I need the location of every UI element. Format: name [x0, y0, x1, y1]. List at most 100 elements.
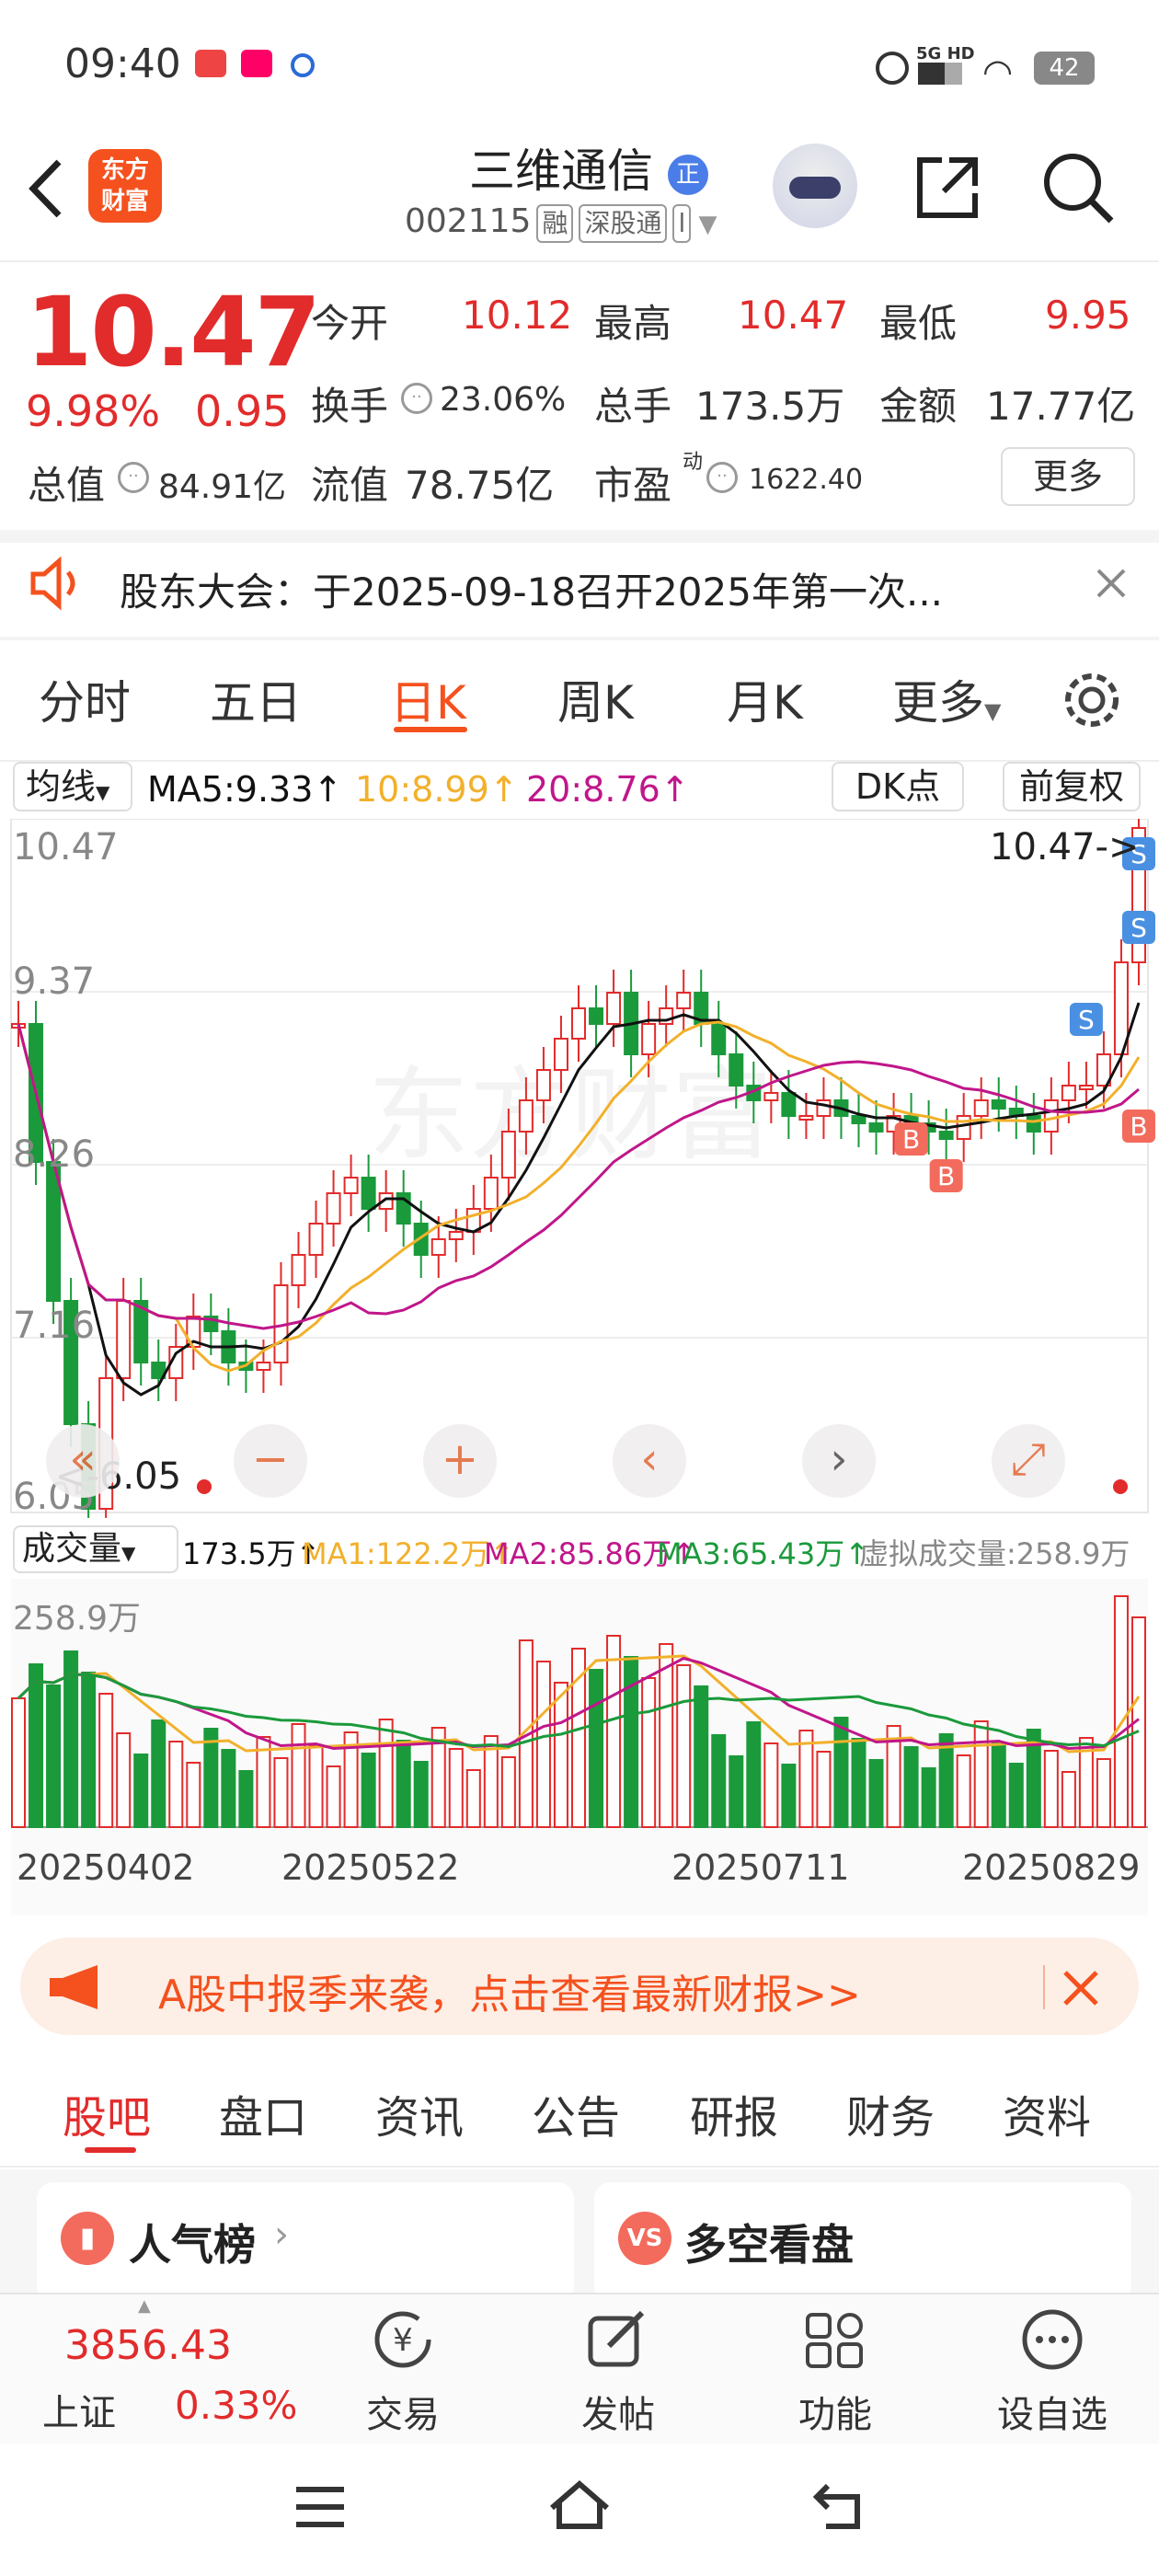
signal-letter: B — [937, 1161, 955, 1191]
popularity-label: 人气榜 — [129, 2220, 256, 2270]
stock-code-line[interactable]: 002115 融深股通 l ▼ — [405, 202, 717, 243]
index-value[interactable]: 3856.43 — [64, 2322, 232, 2369]
candle-body — [781, 1092, 797, 1117]
scroll-right-icon[interactable]: › — [802, 1424, 876, 1498]
volume-bar — [781, 1764, 797, 1828]
volume-bar — [589, 1669, 604, 1828]
tab-financials[interactable]: 财务 — [846, 2081, 935, 2145]
share-icon[interactable] — [911, 151, 984, 224]
volume-bar — [1043, 1750, 1059, 1828]
change-percent: 9.98% — [26, 386, 161, 436]
app-notification-icon-2 — [241, 50, 272, 77]
trade-label[interactable]: 交易 — [329, 2385, 476, 2438]
tab-intraday[interactable]: 分时 — [39, 666, 131, 732]
trade-icon[interactable]: ¥ — [366, 2307, 440, 2372]
volume-bar — [500, 1756, 516, 1828]
back-nav-icon[interactable] — [809, 2478, 868, 2534]
volume-bar — [81, 1672, 97, 1828]
speaker-icon — [30, 556, 75, 611]
menu-icon[interactable] — [291, 2482, 350, 2532]
close-icon[interactable] — [1060, 1967, 1102, 2009]
zoom-in-icon[interactable]: + — [423, 1424, 497, 1498]
volume-bar — [694, 1685, 709, 1828]
add-watchlist-icon[interactable] — [1016, 2307, 1089, 2372]
notice-text: 股东大会：于2025-09-18召开2025年第一次... — [120, 569, 944, 615]
info-icon[interactable]: ·· — [118, 462, 149, 493]
tab-daily-k[interactable]: 日K — [390, 666, 466, 732]
app-logo[interactable]: 东方 财富 — [88, 149, 162, 223]
tab-research[interactable]: 研报 — [690, 2081, 778, 2145]
volume-max-label: 258.9万 — [13, 1600, 142, 1638]
adjust-button[interactable]: 前复权 — [1003, 762, 1141, 811]
gear-icon[interactable] — [1060, 668, 1124, 732]
date-label-3: 20250711 — [671, 1847, 850, 1888]
tab-forum[interactable]: 股吧 — [63, 2081, 151, 2145]
ai-assistant-icon[interactable] — [773, 144, 857, 228]
functions-icon[interactable] — [798, 2307, 872, 2372]
volume-bar — [816, 1751, 832, 1828]
volume-bar — [868, 1759, 884, 1828]
candle-body — [361, 1177, 376, 1210]
post-icon[interactable] — [581, 2307, 655, 2372]
post-label[interactable]: 发帖 — [545, 2385, 692, 2438]
signal-letter: S — [1130, 913, 1147, 943]
virtual-volume-label: 虚拟成交量:258.9万 — [859, 1536, 1130, 1571]
volume-bar — [676, 1664, 692, 1828]
volume-bar — [659, 1643, 674, 1828]
back-icon[interactable] — [24, 156, 70, 221]
candle-body — [535, 1069, 551, 1101]
volume-bar — [151, 1719, 166, 1828]
svg-text:¥: ¥ — [393, 2322, 413, 2359]
volume-bar — [1061, 1771, 1076, 1828]
tab-orderbook[interactable]: 盘口 — [219, 2081, 307, 2145]
search-icon[interactable] — [1039, 149, 1117, 226]
volume-bar — [903, 1746, 919, 1828]
popularity-card[interactable] — [37, 2182, 574, 2302]
volume-bar — [11, 1697, 26, 1828]
volume-indicator-label: 成交量 — [22, 1530, 122, 1568]
candle-body — [553, 1038, 568, 1071]
candle-body — [256, 1362, 271, 1371]
pe-value: 1622.40 — [749, 464, 864, 496]
tab-five-day[interactable]: 五日 — [210, 666, 302, 732]
volume-indicator-select[interactable]: 成交量▼ — [13, 1525, 178, 1573]
scroll-left-icon[interactable]: ‹ — [613, 1424, 686, 1498]
tab-more[interactable]: 更多▼ — [892, 666, 1001, 732]
open-label: 今开 — [311, 301, 389, 346]
candle-body — [851, 1115, 866, 1124]
close-icon[interactable] — [1093, 565, 1130, 602]
tab-profile[interactable]: 资料 — [1003, 2081, 1091, 2145]
candle-body — [571, 1007, 586, 1040]
volume-bar — [448, 1748, 464, 1828]
candle-body — [711, 1023, 727, 1055]
kline-chart[interactable]: 东方财富SSSBBB — [0, 819, 1159, 1518]
candle-body — [991, 1099, 1006, 1110]
long-short-card[interactable] — [594, 2182, 1131, 2302]
scroll-start-icon[interactable]: « — [46, 1424, 120, 1498]
indicator-label: 均线 — [26, 766, 97, 807]
y-label-4: 7.16 — [13, 1305, 96, 1347]
ma5-label: MA5:9.33↑ — [147, 769, 343, 810]
tab-weekly-k[interactable]: 周K — [557, 666, 634, 732]
zoom-out-icon[interactable]: − — [234, 1424, 307, 1498]
vol-ma3-label: MA3:65.43万↑ — [657, 1536, 870, 1571]
more-quote-button[interactable]: 更多 — [1001, 447, 1135, 506]
functions-label[interactable]: 功能 — [762, 2385, 909, 2438]
vol-ma1-label: MA1:122.2万↑ — [302, 1536, 515, 1571]
info-icon[interactable]: ·· — [706, 462, 738, 493]
volume-bar — [361, 1753, 376, 1828]
volume-bar — [168, 1741, 184, 1828]
tab-news[interactable]: 资讯 — [375, 2081, 464, 2145]
info-icon[interactable]: ·· — [401, 383, 432, 414]
tab-monthly-k[interactable]: 月K — [727, 666, 803, 732]
tab-announcements[interactable]: 公告 — [532, 2081, 620, 2145]
low-value: 9.95 — [1045, 293, 1131, 338]
candle-body — [606, 992, 622, 1025]
home-icon[interactable] — [545, 2475, 614, 2534]
dk-point-button[interactable]: DK点 — [832, 762, 964, 811]
indicator-select[interactable]: 均线▼ — [13, 762, 132, 811]
volume-bar — [973, 1720, 989, 1828]
signal-letter: B — [1130, 1111, 1147, 1142]
add-watchlist-label[interactable]: 设自选 — [979, 2385, 1126, 2438]
fullscreen-icon[interactable]: ⤢ — [992, 1424, 1065, 1498]
